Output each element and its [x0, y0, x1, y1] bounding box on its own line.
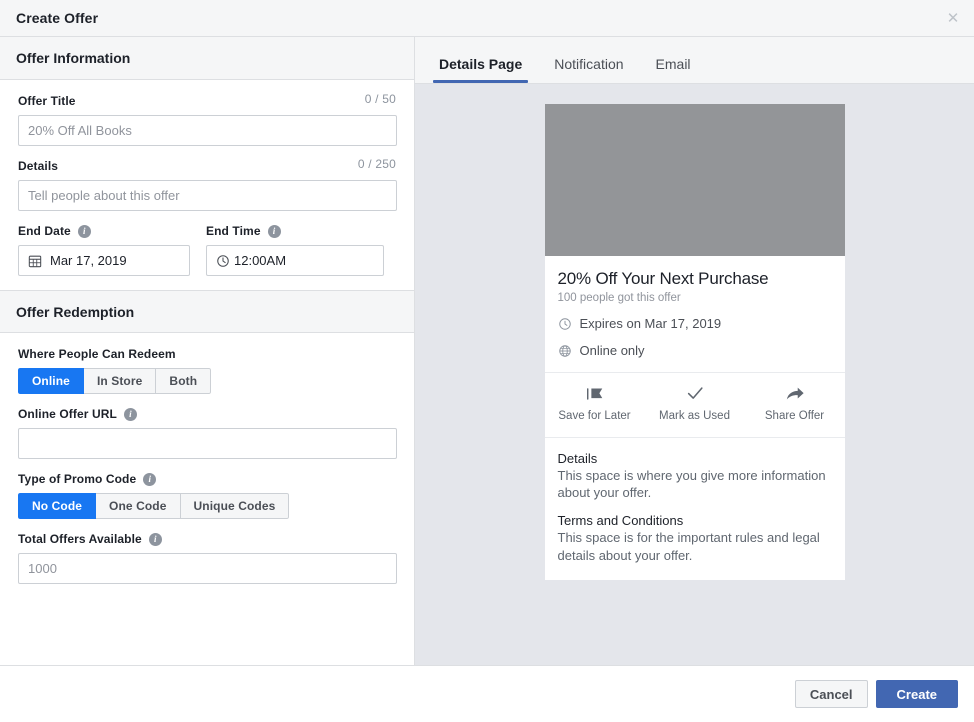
- create-button[interactable]: Create: [876, 680, 958, 708]
- save-for-later-action[interactable]: Save for Later: [545, 385, 645, 425]
- end-date-picker[interactable]: Mar 17, 2019: [18, 245, 190, 276]
- info-icon[interactable]: i: [143, 473, 156, 486]
- section-header-offer-information: Offer Information: [0, 37, 414, 80]
- preview-actions-row: Save for Later Mark as Used: [545, 373, 845, 438]
- segment-unique-codes[interactable]: Unique Codes: [181, 493, 290, 519]
- segment-online[interactable]: Online: [18, 368, 84, 394]
- preview-area: 20% Off Your Next Purchase 100 people go…: [415, 84, 974, 665]
- clock-icon: [216, 254, 230, 268]
- create-offer-dialog: Create Offer ✕ Offer Information 0 / 50 …: [0, 0, 974, 722]
- tab-email[interactable]: Email: [642, 57, 705, 83]
- details-label: Details: [18, 159, 396, 173]
- mark-as-used-label: Mark as Used: [659, 409, 730, 425]
- offer-title-field: 0 / 50 Offer Title: [18, 94, 396, 146]
- offer-title-input[interactable]: [18, 115, 397, 146]
- preview-expires-row: Expires on Mar 17, 2019: [558, 316, 832, 331]
- globe-icon: [558, 344, 572, 358]
- offer-redemption-body: Where People Can Redeem Online In Store …: [0, 333, 414, 584]
- preview-tabs: Details Page Notification Email: [415, 37, 974, 84]
- dialog-body: Offer Information 0 / 50 Offer Title 0 /…: [0, 37, 974, 666]
- share-offer-action[interactable]: Share Offer: [745, 385, 845, 425]
- total-offers-label-text: Total Offers Available: [18, 532, 142, 546]
- close-icon[interactable]: ✕: [942, 7, 964, 29]
- end-date-label: End Date i: [18, 224, 190, 238]
- dialog-title: Create Offer: [0, 10, 98, 26]
- segment-both[interactable]: Both: [156, 368, 211, 394]
- offer-image-placeholder: [545, 104, 845, 256]
- end-time-field: End Time i 12:00AM: [206, 224, 384, 276]
- share-icon: [785, 385, 805, 403]
- mark-as-used-action[interactable]: Mark as Used: [645, 385, 745, 425]
- end-time-label-text: End Time: [206, 224, 261, 238]
- end-time-value: 12:00AM: [234, 253, 286, 268]
- where-redeem-field: Where People Can Redeem Online In Store …: [18, 347, 396, 394]
- promo-type-label: Type of Promo Code i: [18, 472, 396, 486]
- save-for-later-label: Save for Later: [558, 409, 630, 425]
- offer-preview-card: 20% Off Your Next Purchase 100 people go…: [545, 104, 845, 580]
- offer-form-panel: Offer Information 0 / 50 Offer Title 0 /…: [0, 37, 415, 665]
- end-datetime-row: End Date i Mar 17, 2019: [18, 224, 396, 276]
- where-redeem-segmented-control: Online In Store Both: [18, 368, 211, 394]
- info-icon[interactable]: i: [149, 533, 162, 546]
- tab-notification[interactable]: Notification: [540, 57, 637, 83]
- preview-terms-block: Terms and Conditions This space is for t…: [558, 513, 832, 564]
- info-icon[interactable]: i: [124, 408, 137, 421]
- offer-url-label-text: Online Offer URL: [18, 407, 117, 421]
- offer-title-label: Offer Title: [18, 94, 396, 108]
- preview-offer-title: 20% Off Your Next Purchase: [558, 269, 832, 289]
- total-offers-input[interactable]: [18, 553, 397, 584]
- preview-footer-text: Details This space is where you give mor…: [545, 438, 845, 580]
- preview-offer-subtitle: 100 people got this offer: [558, 292, 832, 304]
- details-field: 0 / 250 Details: [18, 159, 396, 211]
- section-title: Offer Redemption: [16, 304, 134, 320]
- offer-url-input[interactable]: [18, 428, 397, 459]
- promo-type-label-text: Type of Promo Code: [18, 472, 136, 486]
- preview-channel-text: Online only: [580, 343, 645, 358]
- segment-one-code[interactable]: One Code: [96, 493, 180, 519]
- preview-terms-text: This space is for the important rules an…: [558, 529, 832, 564]
- offer-information-body: 0 / 50 Offer Title 0 / 250 Details End D…: [0, 80, 414, 276]
- share-offer-label: Share Offer: [765, 409, 824, 425]
- promo-type-field: Type of Promo Code i No Code One Code Un…: [18, 472, 396, 519]
- end-date-field: End Date i Mar 17, 2019: [18, 224, 190, 276]
- section-header-offer-redemption: Offer Redemption: [0, 290, 414, 333]
- end-time-label: End Time i: [206, 224, 384, 238]
- promo-type-segmented-control: No Code One Code Unique Codes: [18, 493, 289, 519]
- offer-url-label: Online Offer URL i: [18, 407, 396, 421]
- dialog-footer: Cancel Create: [0, 666, 974, 722]
- offer-title-counter: 0 / 50: [365, 92, 396, 106]
- dialog-titlebar: Create Offer ✕: [0, 0, 974, 37]
- check-icon: [685, 385, 705, 403]
- total-offers-label: Total Offers Available i: [18, 532, 396, 546]
- details-input[interactable]: [18, 180, 397, 211]
- end-time-picker[interactable]: 12:00AM: [206, 245, 384, 276]
- clock-icon: [558, 317, 572, 331]
- end-date-label-text: End Date: [18, 224, 71, 238]
- offer-preview-header: 20% Off Your Next Purchase 100 people go…: [545, 256, 845, 373]
- segment-no-code[interactable]: No Code: [18, 493, 96, 519]
- total-offers-field: Total Offers Available i: [18, 532, 396, 584]
- bookmark-icon: [585, 385, 605, 403]
- preview-terms-heading: Terms and Conditions: [558, 513, 832, 528]
- tab-details-page[interactable]: Details Page: [425, 57, 536, 83]
- cancel-button[interactable]: Cancel: [795, 680, 868, 708]
- where-redeem-label: Where People Can Redeem: [18, 347, 396, 361]
- info-icon[interactable]: i: [78, 225, 91, 238]
- preview-expires-text: Expires on Mar 17, 2019: [580, 316, 722, 331]
- info-icon[interactable]: i: [268, 225, 281, 238]
- preview-details-text: This space is where you give more inform…: [558, 467, 832, 502]
- offer-url-field: Online Offer URL i: [18, 407, 396, 459]
- segment-in-store[interactable]: In Store: [84, 368, 156, 394]
- preview-channel-row: Online only: [558, 343, 832, 358]
- section-title: Offer Information: [16, 50, 130, 66]
- end-date-value: Mar 17, 2019: [50, 253, 127, 268]
- calendar-icon: [28, 254, 42, 268]
- preview-panel: Details Page Notification Email 20% Off …: [415, 37, 974, 665]
- preview-details-block: Details This space is where you give mor…: [558, 451, 832, 502]
- details-counter: 0 / 250: [358, 157, 396, 171]
- preview-details-heading: Details: [558, 451, 832, 466]
